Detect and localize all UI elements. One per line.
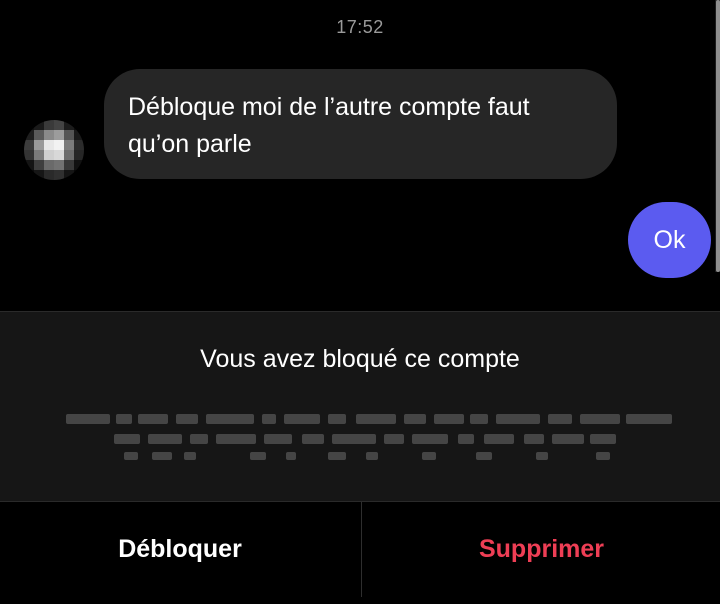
message-timestamp: 17:52 — [336, 17, 384, 37]
delete-button[interactable]: Supprimer — [363, 502, 720, 597]
pixelated-avatar-icon[interactable] — [24, 120, 84, 180]
blocked-notice-title: Vous avez bloqué ce compte — [200, 345, 520, 373]
blurred-text-fragment — [458, 434, 474, 444]
avatar-pixel — [44, 140, 54, 150]
outgoing-message-bubble[interactable]: Ok — [628, 202, 711, 278]
blurred-text-fragment — [190, 434, 208, 444]
avatar-pixel — [24, 120, 34, 130]
delete-button-label: Supprimer — [478, 535, 605, 563]
blurred-text-fragment — [552, 434, 584, 444]
blurred-text-fragment — [216, 434, 256, 444]
blurred-notice-text — [66, 408, 672, 468]
avatar-pixel — [74, 160, 84, 170]
unblock-button[interactable]: Débloquer — [0, 502, 360, 597]
incoming-message-bubble[interactable]: Débloque moi de l’autre compte faut qu’o… — [104, 69, 617, 179]
incoming-message-text: Débloque moi de l’autre compte faut qu’o… — [128, 93, 530, 158]
avatar-pixel — [74, 170, 84, 180]
blurred-text-fragment — [184, 452, 196, 460]
avatar-pixel — [54, 140, 64, 150]
avatar-pixel — [74, 130, 84, 140]
avatar-pixel — [64, 150, 74, 160]
blurred-text-fragment — [476, 452, 492, 460]
blurred-text-fragment — [66, 414, 110, 424]
avatar-pixel — [54, 130, 64, 140]
avatar-pixel — [34, 160, 44, 170]
blurred-text-fragment — [284, 414, 320, 424]
blurred-text-fragment — [138, 414, 168, 424]
blurred-text-fragment — [286, 452, 296, 460]
avatar-pixel — [54, 120, 64, 130]
blurred-text-fragment — [152, 452, 172, 460]
avatar-pixel — [34, 150, 44, 160]
avatar-pixel — [24, 130, 34, 140]
blurred-text-fragment — [524, 434, 544, 444]
blocked-actions-bar: Débloquer Supprimer — [0, 501, 720, 604]
blurred-text-fragment — [422, 452, 436, 460]
scrollbar-thumb[interactable] — [716, 0, 720, 272]
avatar-pixel — [24, 150, 34, 160]
blurred-text-fragment — [262, 414, 276, 424]
blurred-text-fragment — [626, 414, 672, 424]
blurred-text-fragment — [384, 434, 404, 444]
avatar-pixel — [44, 170, 54, 180]
blurred-text-fragment — [366, 452, 378, 460]
blurred-text-fragment — [332, 434, 376, 444]
avatar-pixel — [54, 170, 64, 180]
blurred-text-fragment — [264, 434, 292, 444]
avatar-pixel — [44, 120, 54, 130]
blurred-text-fragment — [496, 414, 540, 424]
avatar-pixel — [34, 140, 44, 150]
avatar-pixel — [24, 160, 34, 170]
avatar-pixel — [44, 150, 54, 160]
avatar-pixel — [44, 130, 54, 140]
blurred-text-fragment — [114, 434, 140, 444]
avatar-pixel — [74, 140, 84, 150]
avatar-pixel — [64, 130, 74, 140]
avatar-pixel — [64, 170, 74, 180]
blurred-text-fragment — [250, 452, 266, 460]
avatar-pixel — [64, 120, 74, 130]
avatar-pixel — [74, 150, 84, 160]
chat-screen: 17:52 Débloque moi de l’autre compte fau… — [0, 0, 720, 604]
unblock-button-label: Débloquer — [118, 535, 242, 563]
blurred-text-fragment — [176, 414, 198, 424]
avatar-pixel — [64, 140, 74, 150]
blurred-text-fragment — [302, 434, 324, 444]
blurred-text-fragment — [536, 452, 548, 460]
blurred-text-fragment — [328, 452, 346, 460]
blurred-text-fragment — [590, 434, 616, 444]
avatar-pixel — [44, 160, 54, 170]
blurred-text-fragment — [356, 414, 396, 424]
avatar-pixel — [64, 160, 74, 170]
blurred-text-fragment — [484, 434, 514, 444]
blurred-text-fragment — [470, 414, 488, 424]
blurred-text-fragment — [596, 452, 610, 460]
blurred-text-fragment — [148, 434, 182, 444]
blurred-text-fragment — [124, 452, 138, 460]
avatar-pixel — [24, 140, 34, 150]
blurred-text-fragment — [412, 434, 448, 444]
avatar-pixel — [74, 120, 84, 130]
avatar-pixel — [34, 120, 44, 130]
avatar-pixel — [54, 150, 64, 160]
blurred-text-fragment — [580, 414, 620, 424]
blurred-text-fragment — [434, 414, 464, 424]
blurred-text-fragment — [206, 414, 254, 424]
avatar-pixel — [34, 170, 44, 180]
avatar-pixel — [24, 170, 34, 180]
scrollbar-track[interactable] — [715, 0, 720, 272]
blurred-text-fragment — [548, 414, 572, 424]
blocked-account-panel: Vous avez bloqué ce compte — [0, 311, 720, 501]
outgoing-message-text: Ok — [653, 225, 686, 254]
avatar-pixel — [34, 130, 44, 140]
blurred-text-fragment — [328, 414, 346, 424]
action-divider — [361, 502, 362, 597]
blurred-text-fragment — [404, 414, 426, 424]
avatar-pixel — [54, 160, 64, 170]
blurred-text-fragment — [116, 414, 132, 424]
